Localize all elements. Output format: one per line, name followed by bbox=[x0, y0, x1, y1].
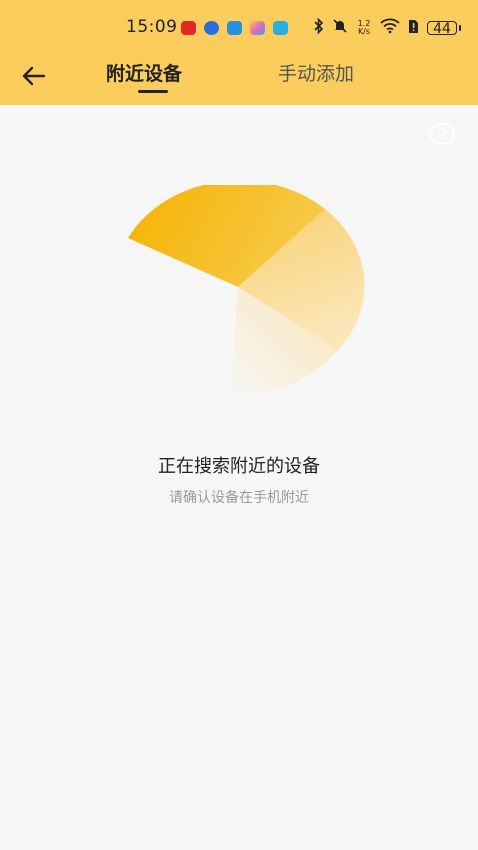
battery-indicator: 44 bbox=[427, 21, 461, 36]
wifi-icon bbox=[380, 18, 400, 38]
help-button[interactable] bbox=[428, 122, 456, 146]
arrow-left-icon bbox=[22, 66, 46, 86]
bluetooth-icon bbox=[314, 17, 324, 38]
status-time: 15:09 bbox=[126, 17, 178, 37]
active-tab-indicator bbox=[138, 90, 168, 93]
help-outline-icon bbox=[429, 123, 455, 145]
search-app-icon bbox=[273, 21, 288, 35]
network-speed: 1.2 K/s bbox=[356, 20, 372, 36]
sim-alert-icon bbox=[408, 19, 419, 38]
tmall-app-icon bbox=[181, 21, 196, 35]
cloud-app-icon bbox=[227, 21, 242, 35]
radar-scan-animation bbox=[120, 180, 370, 400]
top-bar: 15:09 1.2 K/s 44 附近设备 手动添加 bbox=[0, 0, 478, 105]
scanning-hint: 请确认设备在手机附近 bbox=[169, 490, 309, 506]
tab-nearby-devices[interactable]: 附近设备 bbox=[106, 60, 182, 92]
tab-manual-add[interactable]: 手动添加 bbox=[278, 60, 354, 92]
status-bar: 15:09 1.2 K/s 44 bbox=[0, 0, 478, 56]
scanning-title: 正在搜索附近的设备 bbox=[158, 456, 320, 477]
photos-app-icon bbox=[250, 21, 265, 35]
back-button[interactable] bbox=[18, 60, 50, 92]
system-icons: 1.2 K/s 44 bbox=[314, 16, 465, 40]
net-speed-unit: K/s bbox=[357, 27, 371, 36]
mute-bell-icon bbox=[332, 18, 348, 38]
browser-app-icon bbox=[204, 21, 219, 35]
